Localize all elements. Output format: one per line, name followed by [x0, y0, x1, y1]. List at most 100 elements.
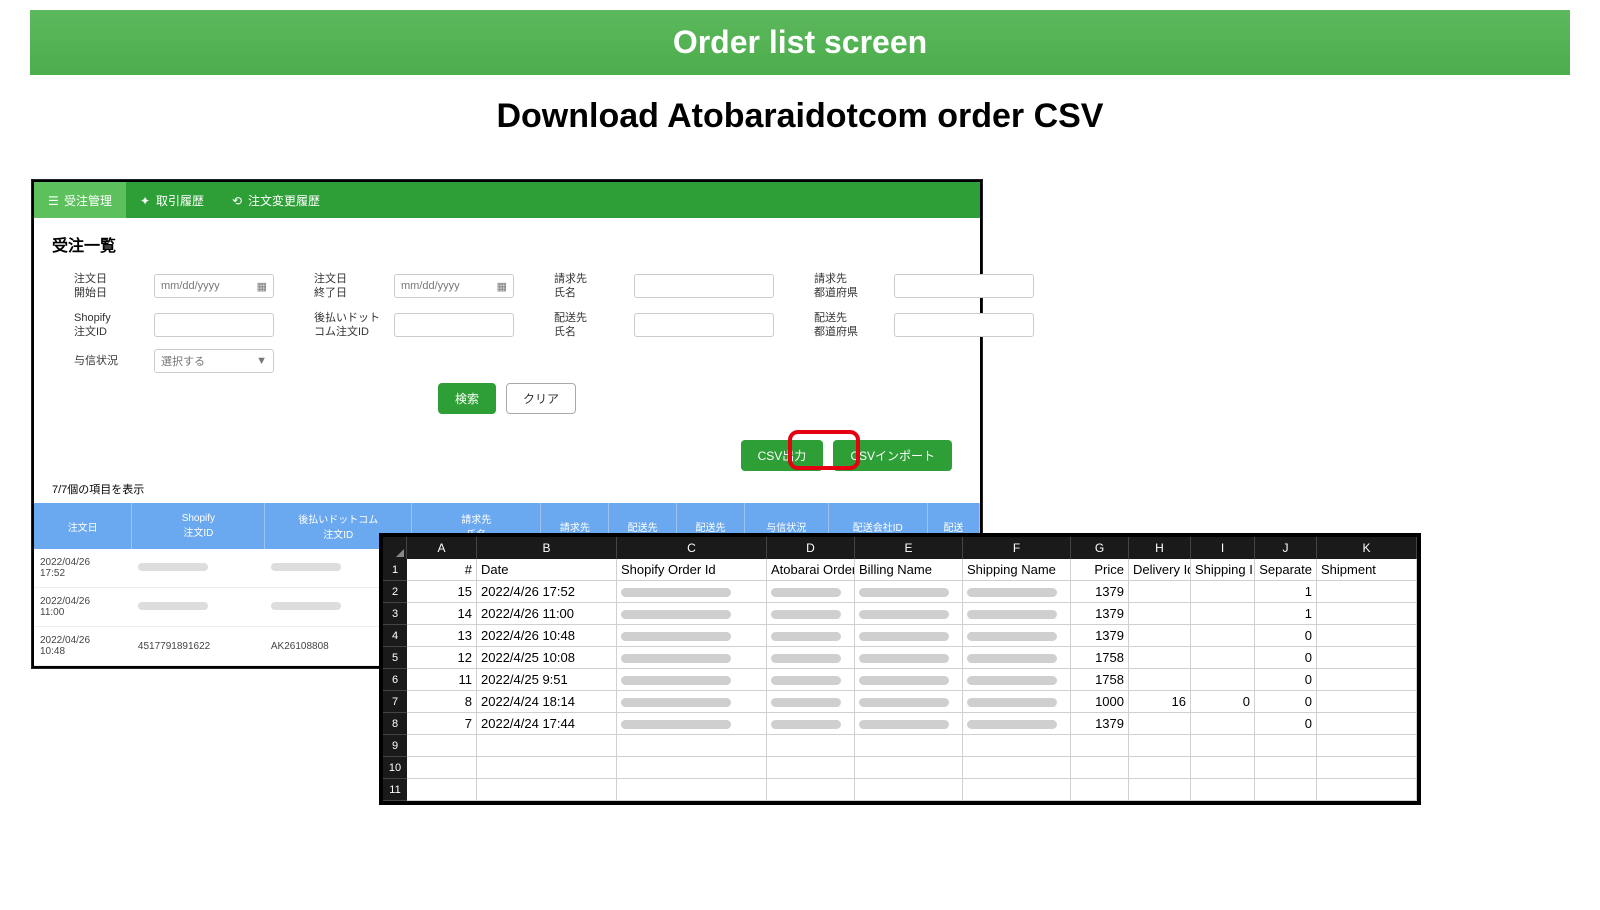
row-header[interactable]: 8 — [383, 713, 407, 735]
cell[interactable] — [1071, 735, 1129, 756]
row-header[interactable]: 9 — [383, 735, 407, 757]
cell[interactable] — [617, 603, 767, 624]
row-header[interactable]: 2 — [383, 581, 407, 603]
cell[interactable]: 1 — [1255, 603, 1317, 624]
cell[interactable] — [1129, 735, 1191, 756]
cell[interactable]: 14 — [407, 603, 477, 624]
cell[interactable]: 0 — [1255, 691, 1317, 712]
cell[interactable]: Billing Name — [855, 559, 963, 580]
cell[interactable] — [1317, 735, 1417, 756]
cell[interactable] — [1191, 581, 1255, 602]
cell[interactable] — [767, 779, 855, 800]
cell[interactable] — [1191, 669, 1255, 690]
cell[interactable] — [767, 691, 855, 712]
cell[interactable] — [1129, 757, 1191, 778]
cell[interactable] — [1191, 647, 1255, 668]
cell[interactable] — [855, 647, 963, 668]
cell[interactable] — [617, 647, 767, 668]
cell[interactable] — [617, 735, 767, 756]
cell[interactable]: Shopify Order Id — [617, 559, 767, 580]
cell[interactable]: 16 — [1129, 691, 1191, 712]
cell[interactable]: # — [407, 559, 477, 580]
cell[interactable]: Atobarai Order — [767, 559, 855, 580]
cell[interactable]: 1000 — [1071, 691, 1129, 712]
input-shipping-name[interactable] — [634, 313, 774, 337]
spreadsheet-grid[interactable]: #DateShopify Order IdAtobarai OrderBilli… — [407, 559, 1417, 801]
cell[interactable] — [1191, 713, 1255, 734]
cell[interactable] — [1191, 735, 1255, 756]
input-order-end[interactable]: mm/dd/yyyy ▦ — [394, 274, 514, 298]
cell[interactable] — [1317, 713, 1417, 734]
col-header-B[interactable]: B — [477, 537, 617, 559]
cell[interactable] — [767, 647, 855, 668]
cell[interactable] — [767, 581, 855, 602]
col-header-A[interactable]: A — [407, 537, 477, 559]
col-header-E[interactable]: E — [855, 537, 963, 559]
cell[interactable]: 0 — [1255, 713, 1317, 734]
cell[interactable] — [1255, 779, 1317, 800]
nav-orders[interactable]: ☰ 受注管理 — [34, 182, 126, 218]
cell[interactable] — [963, 581, 1071, 602]
row-header[interactable]: 4 — [383, 625, 407, 647]
cell[interactable]: Shipment — [1317, 559, 1417, 580]
cell[interactable] — [1129, 669, 1191, 690]
cell[interactable]: 7 — [407, 713, 477, 734]
order-col-header[interactable]: Shopify注文ID — [132, 503, 265, 549]
cell[interactable] — [767, 603, 855, 624]
nav-history[interactable]: ⟲ 注文変更履歴 — [218, 182, 334, 218]
cell[interactable]: Date — [477, 559, 617, 580]
cell[interactable]: 0 — [1255, 625, 1317, 646]
cell[interactable] — [1129, 779, 1191, 800]
cell[interactable] — [1317, 603, 1417, 624]
cell[interactable]: 8 — [407, 691, 477, 712]
cell[interactable] — [963, 735, 1071, 756]
cell[interactable] — [1129, 581, 1191, 602]
cell[interactable]: 1379 — [1071, 581, 1129, 602]
input-atobarai-id[interactable] — [394, 313, 514, 337]
cell[interactable]: 2022/4/24 17:44 — [477, 713, 617, 734]
cell[interactable] — [767, 669, 855, 690]
cell[interactable] — [855, 757, 963, 778]
cell[interactable] — [855, 779, 963, 800]
cell[interactable]: Delivery Id — [1129, 559, 1191, 580]
cell[interactable] — [855, 581, 963, 602]
cell[interactable]: Price — [1071, 559, 1129, 580]
cell[interactable] — [1317, 581, 1417, 602]
cell[interactable]: 1758 — [1071, 669, 1129, 690]
cell[interactable] — [1317, 669, 1417, 690]
cell[interactable]: 1379 — [1071, 625, 1129, 646]
cell[interactable]: 2022/4/26 17:52 — [477, 581, 617, 602]
cell[interactable] — [963, 625, 1071, 646]
csv-import-button[interactable]: CSVインポート — [833, 440, 952, 471]
col-header-J[interactable]: J — [1255, 537, 1317, 559]
cell[interactable] — [855, 691, 963, 712]
input-shipping-pref[interactable] — [894, 313, 1034, 337]
cell[interactable] — [477, 735, 617, 756]
row-header[interactable]: 7 — [383, 691, 407, 713]
input-billing-name[interactable] — [634, 274, 774, 298]
cell[interactable] — [1071, 757, 1129, 778]
cell[interactable] — [617, 779, 767, 800]
cell[interactable] — [855, 713, 963, 734]
cell[interactable] — [617, 713, 767, 734]
cell[interactable] — [1317, 757, 1417, 778]
cell[interactable] — [1255, 757, 1317, 778]
cell[interactable] — [1129, 625, 1191, 646]
cell[interactable] — [767, 713, 855, 734]
row-header[interactable]: 3 — [383, 603, 407, 625]
nav-transactions[interactable]: ✦ 取引履歴 — [126, 182, 218, 218]
cell[interactable] — [407, 735, 477, 756]
cell[interactable] — [855, 735, 963, 756]
cell[interactable] — [963, 669, 1071, 690]
col-header-H[interactable]: H — [1129, 537, 1191, 559]
cell[interactable]: 2022/4/26 10:48 — [477, 625, 617, 646]
col-header-I[interactable]: I — [1191, 537, 1255, 559]
col-header-K[interactable]: K — [1317, 537, 1417, 559]
cell[interactable]: 1379 — [1071, 603, 1129, 624]
cell[interactable] — [617, 691, 767, 712]
cell[interactable]: 12 — [407, 647, 477, 668]
row-header[interactable]: 1 — [383, 559, 407, 581]
cell[interactable] — [477, 779, 617, 800]
cell[interactable]: 2022/4/25 10:08 — [477, 647, 617, 668]
cell[interactable]: 0 — [1255, 647, 1317, 668]
